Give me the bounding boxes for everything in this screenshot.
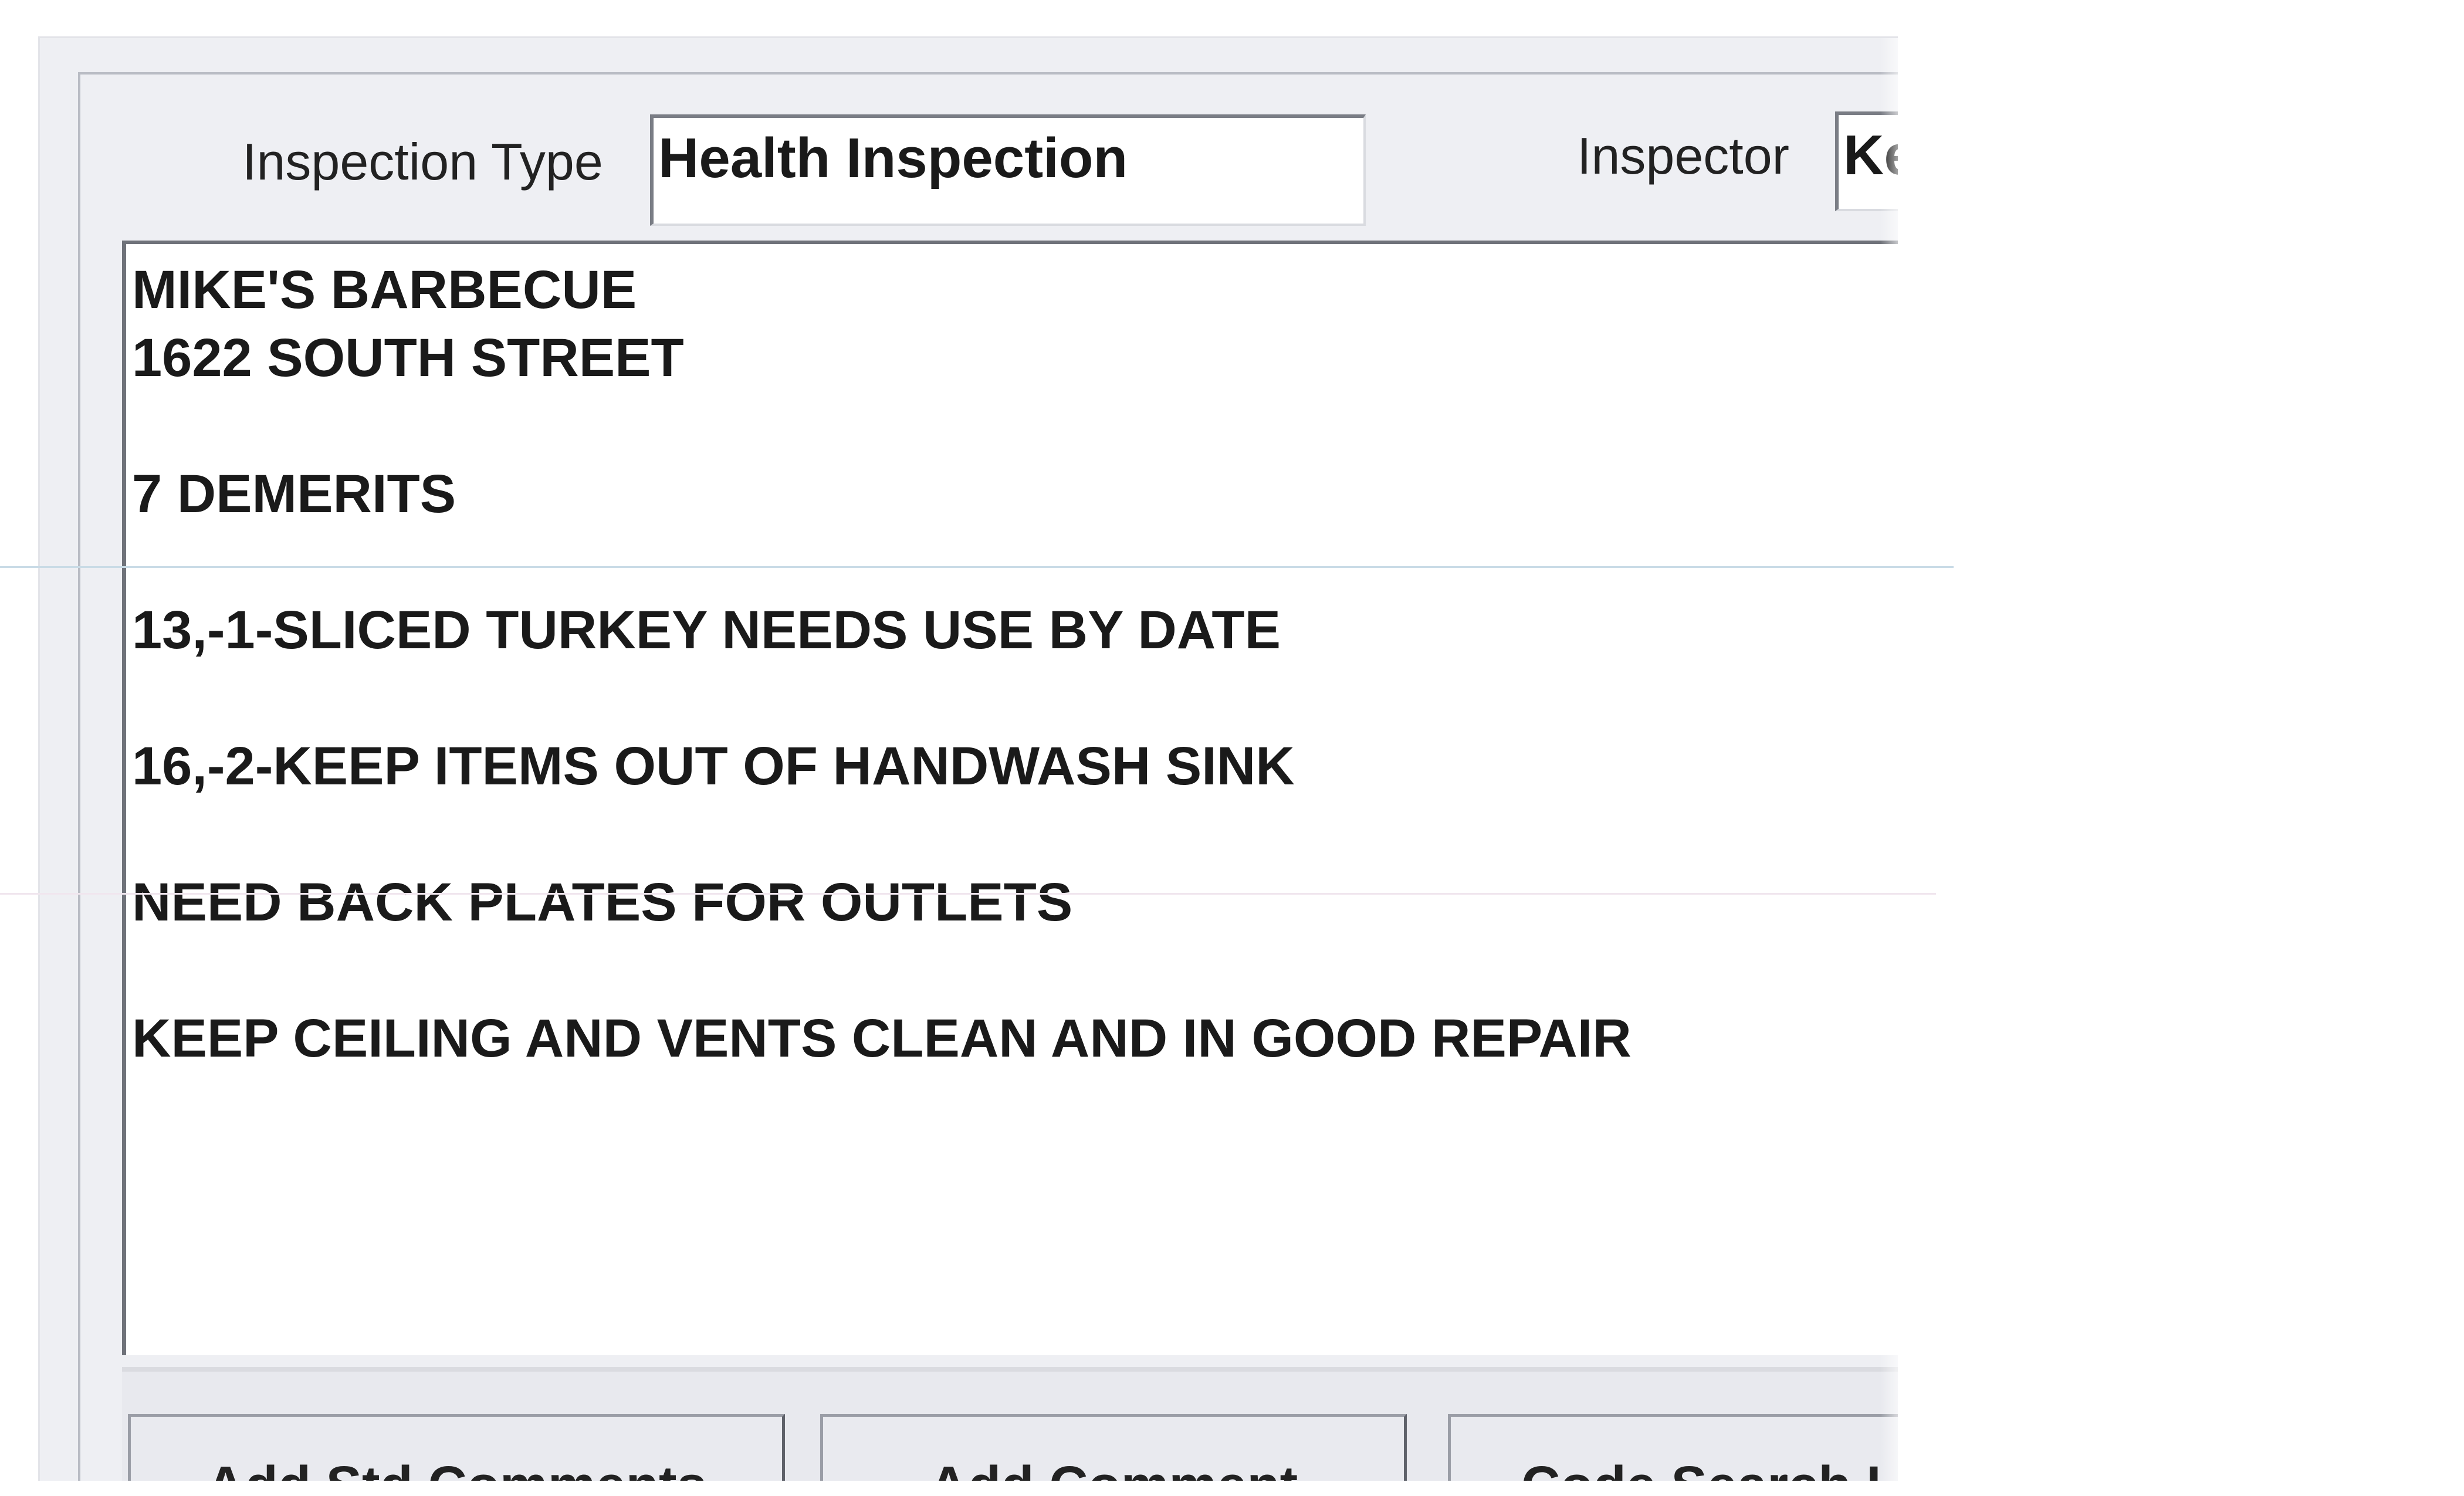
comment-line: KEEP CEILING AND VENTS CLEAN AND IN GOOD… — [132, 1008, 1632, 1068]
comment-line — [132, 528, 1898, 596]
inspector-label: Inspector — [1577, 127, 1789, 185]
comment-line: 7 DEMERITS — [132, 464, 456, 524]
comments-textarea[interactable]: MIKE'S BARBECUE 1622 SOUTH STREET 7 DEME… — [122, 241, 1898, 1355]
inspection-type-label: Inspection Type — [242, 133, 603, 191]
inspection-comments-window: Inspection Type Health Inspection Inspec… — [38, 36, 1898, 1481]
code-search-label: Code Search Li — [1521, 1455, 1898, 1481]
comment-line — [132, 800, 1898, 868]
code-search-button[interactable]: Code Search Li — [1448, 1414, 1898, 1481]
scan-artifact-line — [0, 893, 1936, 895]
inspection-type-field[interactable]: Health Inspection — [650, 114, 1366, 226]
add-comment-label: Add Comment — [929, 1455, 1298, 1481]
add-std-comments-label: Add Std Comments — [206, 1455, 707, 1481]
comment-line: 13,-1-SLICED TURKEY NEEDS USE BY DATE — [132, 600, 1281, 660]
scan-artifact-line — [0, 566, 1954, 568]
comment-line: MIKE'S BARBECUE — [132, 260, 637, 320]
comment-line — [132, 936, 1898, 1004]
add-comment-button[interactable]: Add Comment — [820, 1414, 1407, 1481]
comment-line: 1622 SOUTH STREET — [132, 328, 684, 388]
comment-line — [132, 664, 1898, 732]
add-std-comments-button[interactable]: Add Std Comments — [128, 1414, 785, 1481]
comment-line: 16,-2-KEEP ITEMS OUT OF HANDWASH SINK — [132, 736, 1295, 796]
inspector-field[interactable]: Ke — [1835, 111, 1898, 211]
comment-line: NEED BACK PLATES FOR OUTLETS — [132, 872, 1073, 932]
comment-line — [132, 392, 1898, 460]
